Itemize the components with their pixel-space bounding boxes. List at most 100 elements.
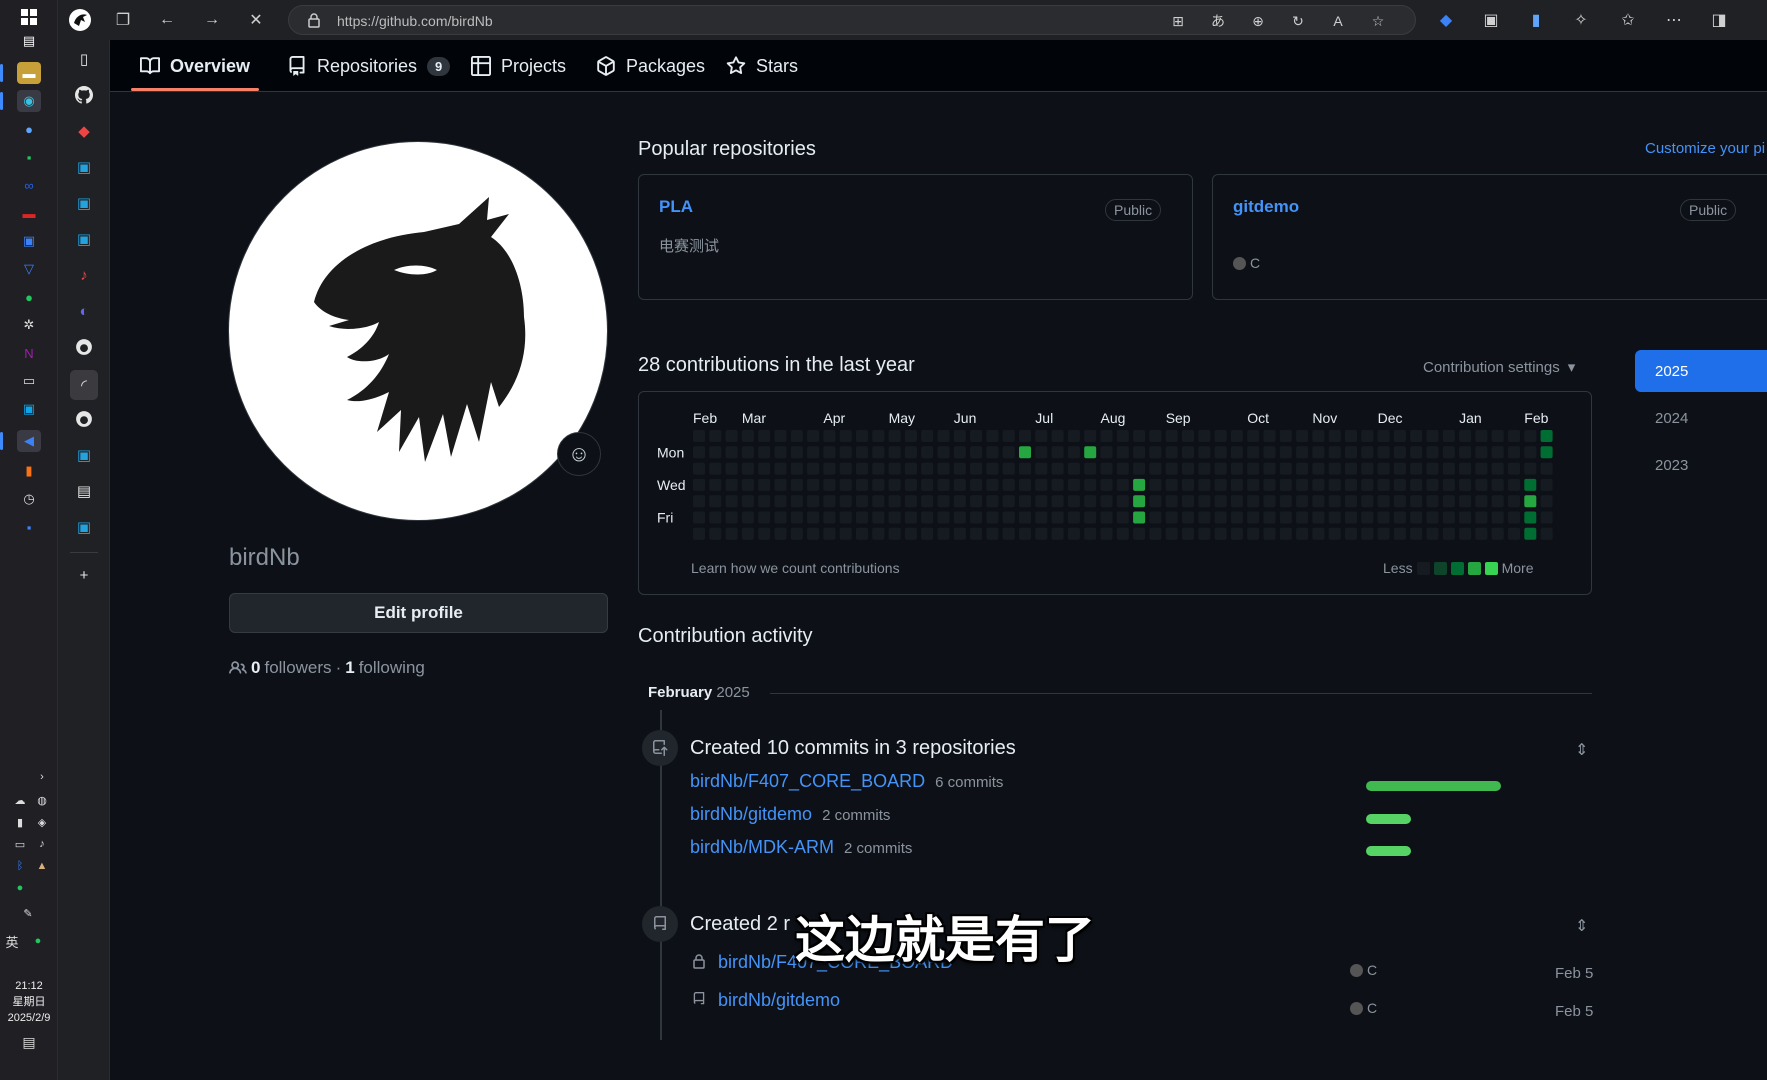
pen-icon[interactable]: ✎ <box>20 906 36 920</box>
commit-count-link[interactable]: 6 commits <box>935 774 1003 791</box>
contribution-day[interactable] <box>921 495 934 508</box>
contribution-day[interactable] <box>1393 527 1406 540</box>
contribution-day[interactable] <box>1361 511 1374 524</box>
contribution-day[interactable] <box>1312 462 1325 475</box>
contribution-day[interactable] <box>1067 527 1080 540</box>
contribution-day[interactable] <box>1279 527 1292 540</box>
contribution-day[interactable] <box>921 511 934 524</box>
contribution-day[interactable] <box>856 430 868 442</box>
contribution-day[interactable] <box>1475 430 1488 442</box>
contribution-day[interactable] <box>1247 430 1260 442</box>
contribution-day[interactable] <box>937 430 950 442</box>
contribution-day[interactable] <box>953 446 966 459</box>
contribution-day[interactable] <box>1475 478 1488 491</box>
contribution-day[interactable] <box>1475 446 1488 459</box>
contribution-day[interactable] <box>1524 462 1537 475</box>
contribution-day[interactable] <box>1410 495 1423 508</box>
contribution-day[interactable] <box>1133 495 1146 508</box>
contribution-day[interactable] <box>1410 462 1423 475</box>
contribution-day[interactable] <box>1459 446 1472 459</box>
contribution-day[interactable] <box>1019 495 1031 508</box>
contribution-day[interactable] <box>1002 446 1015 459</box>
contribution-day[interactable] <box>1035 462 1048 475</box>
contribution-day[interactable] <box>758 495 771 508</box>
contribution-day[interactable] <box>1540 495 1553 508</box>
contribution-day[interactable] <box>790 446 803 459</box>
contribution-day[interactable] <box>839 478 852 491</box>
contribution-day[interactable] <box>953 511 966 524</box>
edit-profile-button[interactable]: Edit profile <box>229 593 608 633</box>
contribution-day[interactable] <box>741 462 754 475</box>
contribution-day[interactable] <box>1345 511 1357 524</box>
created-repos-summary[interactable]: Created 2 r <box>690 913 790 936</box>
contribution-day[interactable] <box>1279 462 1292 475</box>
contribution-day[interactable] <box>1393 446 1406 459</box>
contribution-day[interactable] <box>1279 446 1292 459</box>
repo-link[interactable]: birdNb/MDK-ARM <box>690 837 834 858</box>
contribution-day[interactable] <box>1508 446 1520 459</box>
contribution-day[interactable] <box>888 462 901 475</box>
contribution-day[interactable] <box>1410 446 1423 459</box>
contribution-day[interactable] <box>807 495 820 508</box>
tray-app-icon[interactable]: ▲ <box>34 859 50 873</box>
contribution-day[interactable] <box>1361 462 1374 475</box>
cloud-icon[interactable]: ☁ <box>12 793 28 807</box>
repo-link[interactable]: gitdemo <box>1233 197 1299 217</box>
lock-icon[interactable] <box>307 12 323 28</box>
contribution-day[interactable] <box>1426 495 1439 508</box>
contribution-day[interactable] <box>1328 462 1341 475</box>
contribution-day[interactable] <box>1051 430 1064 442</box>
contribution-day[interactable] <box>823 495 836 508</box>
contribution-day[interactable] <box>1002 511 1015 524</box>
contribution-day[interactable] <box>1116 495 1129 508</box>
year-2023[interactable]: 2023 <box>1635 444 1767 486</box>
contribution-day[interactable] <box>1100 495 1113 508</box>
contribution-day[interactable] <box>741 430 754 442</box>
contribution-day[interactable] <box>1426 478 1439 491</box>
edge-icon[interactable]: ◉ <box>17 90 41 112</box>
contribution-day[interactable] <box>986 511 999 524</box>
contribution-day[interactable] <box>856 478 868 491</box>
contribution-day[interactable] <box>1067 446 1080 459</box>
contribution-day[interactable] <box>953 462 966 475</box>
contribution-day[interactable] <box>1524 511 1537 524</box>
contribution-day[interactable] <box>1100 527 1113 540</box>
contribution-day[interactable] <box>1508 527 1520 540</box>
contribution-day[interactable] <box>725 495 738 508</box>
address-bar[interactable]: https://github.com/birdNb ⊞ あ ⊕ ↻ A ☆ <box>288 5 1416 35</box>
contribution-day[interactable] <box>953 527 966 540</box>
contribution-day[interactable] <box>823 462 836 475</box>
profile-avatar-icon[interactable] <box>66 6 94 34</box>
contribution-day[interactable] <box>774 446 787 459</box>
year-2025[interactable]: 2025 <box>1635 350 1767 392</box>
contribution-day[interactable] <box>758 446 771 459</box>
contribution-day[interactable] <box>904 495 917 508</box>
contribution-day[interactable] <box>1491 511 1504 524</box>
contribution-day[interactable] <box>1198 527 1211 540</box>
contribution-day[interactable] <box>970 478 983 491</box>
workspaces-icon[interactable]: ❐ <box>110 8 136 32</box>
contribution-day[interactable] <box>953 430 966 442</box>
contribution-day[interactable] <box>1296 511 1309 524</box>
contribution-day[interactable] <box>693 446 705 459</box>
contribution-day[interactable] <box>1230 446 1243 459</box>
contribution-day[interactable] <box>1149 446 1162 459</box>
new-tab-plus-icon[interactable]: + <box>70 562 98 588</box>
contribution-day[interactable] <box>1149 495 1162 508</box>
contribution-day[interactable] <box>1296 462 1309 475</box>
contribution-day[interactable] <box>839 430 852 442</box>
contribution-day[interactable] <box>1116 478 1129 491</box>
contribution-day[interactable] <box>1410 478 1423 491</box>
contribution-day[interactable] <box>823 446 836 459</box>
contribution-day[interactable] <box>1508 478 1520 491</box>
contribution-day[interactable] <box>986 446 999 459</box>
contribution-day[interactable] <box>725 430 738 442</box>
contribution-day[interactable] <box>1100 430 1113 442</box>
contribution-day[interactable] <box>1377 462 1390 475</box>
contribution-day[interactable] <box>921 430 934 442</box>
contribution-day[interactable] <box>823 527 836 540</box>
contribution-day[interactable] <box>1019 446 1031 459</box>
task-view-icon[interactable]: ▤ <box>17 30 41 52</box>
contribution-day[interactable] <box>1133 430 1146 442</box>
contribution-day[interactable] <box>1247 462 1260 475</box>
